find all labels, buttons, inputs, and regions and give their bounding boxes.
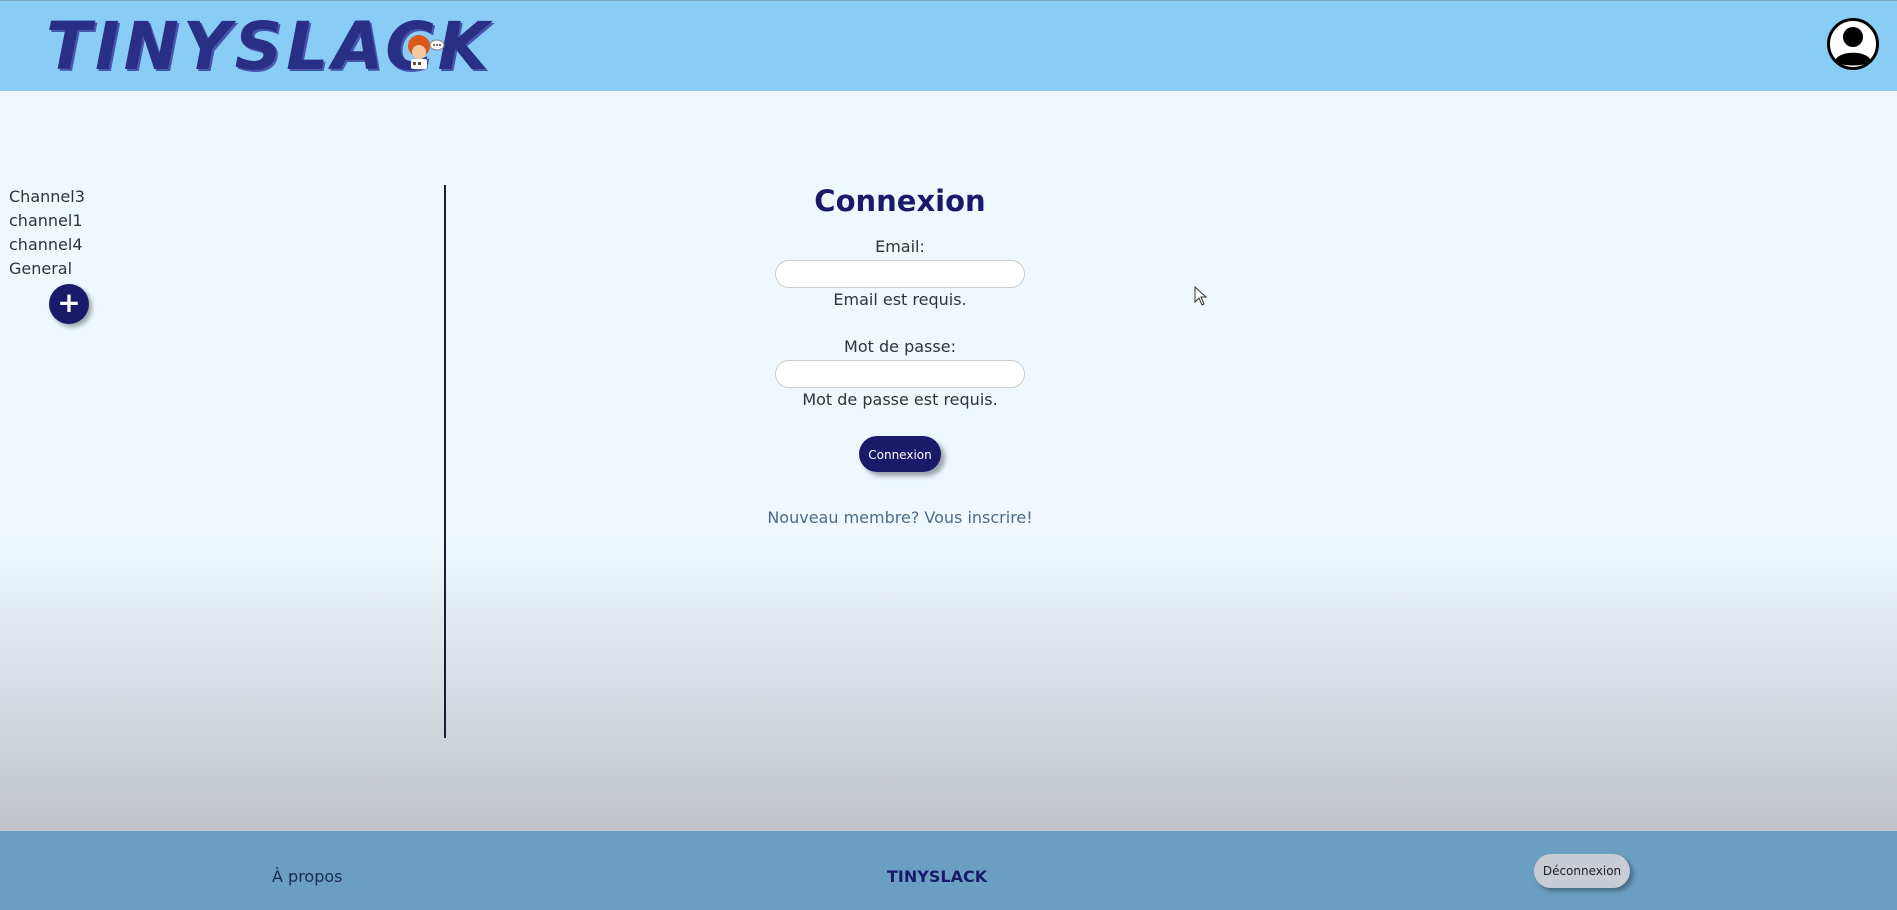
top-header: TINYSLACK — [0, 0, 1897, 91]
add-channel-button[interactable]: + — [49, 284, 89, 324]
channel-item[interactable]: General — [0, 257, 444, 281]
user-avatar-icon[interactable] — [1826, 17, 1880, 71]
password-field[interactable] — [775, 360, 1025, 388]
channel-sidebar: Channel3 channel1 channel4 General + — [0, 185, 446, 738]
password-label: Mot de passe: — [844, 337, 956, 356]
logout-button[interactable]: Déconnexion — [1534, 854, 1630, 888]
login-form: Connexion Email: Email est requis. Mot d… — [700, 180, 1100, 527]
email-label: Email: — [875, 237, 925, 256]
footer-brand: TINYSLACK — [887, 867, 988, 886]
channel-item[interactable]: channel4 — [0, 233, 444, 257]
mouse-pointer-icon — [1194, 286, 1208, 306]
email-error: Email est requis. — [833, 290, 967, 309]
login-submit-button[interactable]: Connexion — [859, 436, 941, 472]
password-error: Mot de passe est requis. — [802, 390, 998, 409]
login-title: Connexion — [814, 184, 986, 218]
plus-icon: + — [57, 286, 81, 319]
about-link[interactable]: À propos — [272, 867, 342, 886]
email-field[interactable] — [775, 260, 1025, 288]
page-footer: À propos TINYSLACK Déconnexion — [0, 831, 1897, 910]
signup-link[interactable]: Nouveau membre? Vous inscrire! — [700, 508, 1100, 527]
mascot-icon — [408, 35, 445, 69]
channel-item[interactable]: channel1 — [0, 209, 444, 233]
channel-item[interactable]: Channel3 — [0, 185, 444, 209]
